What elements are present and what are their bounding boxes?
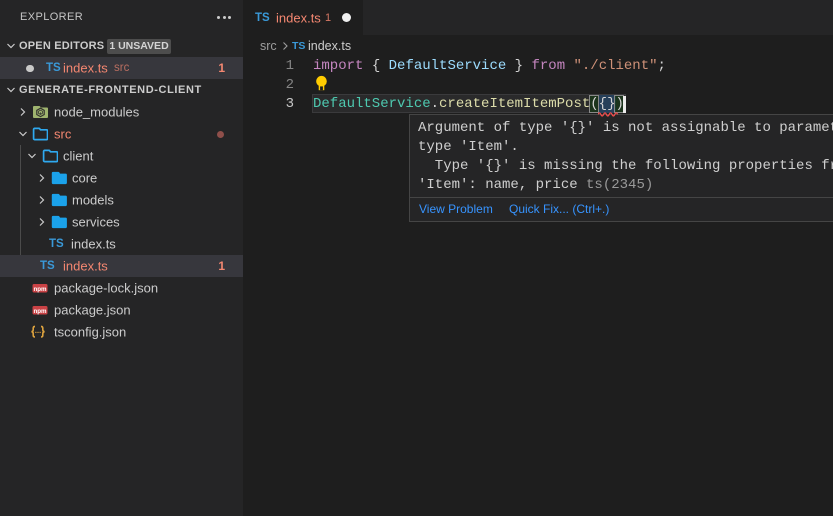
svg-text:npm: npm [33, 286, 47, 293]
svg-text:npm: npm [33, 308, 47, 315]
